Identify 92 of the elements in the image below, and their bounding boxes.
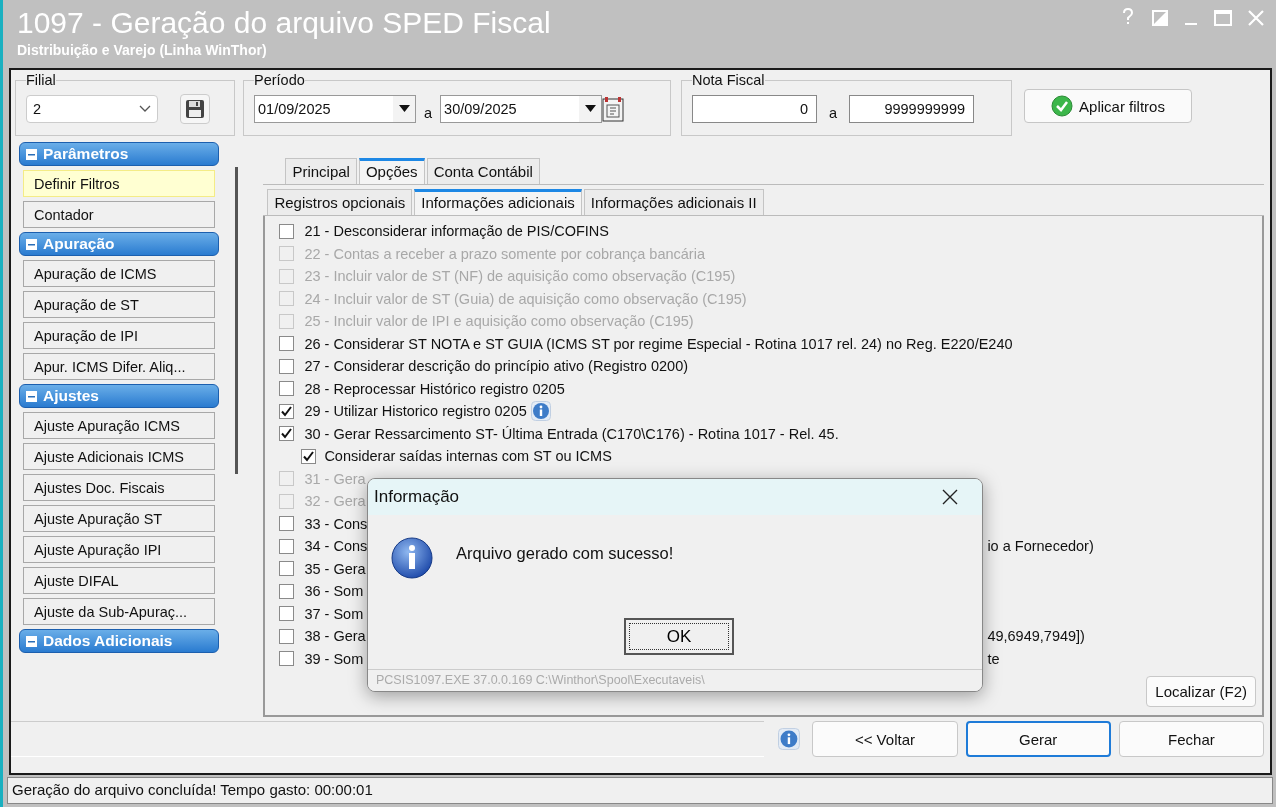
sidebar-item[interactable]: Ajuste Apuração ICMS (23, 412, 215, 439)
start-date-field[interactable]: 01/09/2025 (254, 94, 416, 123)
sidebar-item[interactable]: Ajuste DIFAL (23, 567, 215, 594)
option-label: 28 - Reprocessar Histórico registro 0205 (304, 380, 565, 397)
option-label: 25 - Incluir valor de IPI e aquisição como observação (C195) (304, 313, 694, 330)
tab[interactable]: Informações adicionais II (583, 189, 764, 215)
dialog-footer: PCSIS1097.EXE 37.0.0.169 C:\Winthor\Spool\Executaveis\ (368, 669, 982, 691)
option-label: 49,6949,7949]) (987, 628, 1086, 645)
dropdown-arrow-icon (584, 105, 596, 112)
option-label: 23 - Incluir valor de ST (NF) de aquisição como observação (C195) (304, 268, 736, 285)
option-label: 34 - Cons (304, 538, 368, 555)
option-label: 27 - Considerar descrição do princípio ativo (Registro 0200) (304, 358, 689, 375)
checkbox[interactable] (279, 516, 295, 532)
option-label: 33 - Cons (304, 515, 368, 532)
save-button[interactable] (180, 93, 210, 124)
status-bar: Geração do arquivo concluída! Tempo gasto: 00:00:01 (7, 777, 1273, 804)
checkbox[interactable] (279, 358, 295, 374)
option-label: io a Fornecedor) (987, 538, 1095, 555)
window-subtitle: Distribuição e Varejo (Linha WinThor) (17, 41, 267, 59)
option-label: 31 - Gera (304, 470, 366, 487)
info-icon[interactable] (530, 401, 551, 422)
range-separator: a (424, 103, 433, 121)
checkbox[interactable] (301, 448, 317, 464)
help-icon[interactable] (1120, 8, 1136, 26)
option-label: 22 - Contas a receber a prazo somente por cobrança bancária (304, 245, 705, 262)
scrollbar[interactable] (234, 167, 238, 474)
restore-icon[interactable] (1152, 10, 1168, 26)
tab[interactable]: Opções (358, 158, 425, 184)
checkbox[interactable] (279, 561, 295, 577)
checkbox[interactable] (279, 606, 295, 622)
option-label: 30 - Gerar Ressarcimento ST- Última Entrada (C170\C176) - Rotina 1017 - Rel. 45. (304, 425, 839, 442)
dropdown-arrow-icon (398, 105, 410, 112)
dialog-title: Informação (374, 487, 460, 507)
action-button[interactable]: Gerar (965, 721, 1111, 757)
sidebar-item[interactable]: Ajuste da Sub-Apuraç... (23, 598, 215, 625)
option-label: 29 - Utilizar Historico registro 0205 (304, 403, 527, 420)
info-icon (390, 536, 434, 580)
checkbox[interactable] (279, 336, 295, 352)
action-button[interactable]: << Voltar (812, 721, 958, 757)
group-label: Nota Fiscal (692, 72, 765, 88)
option-label: 37 - Som (304, 605, 364, 622)
option-label: 24 - Incluir valor de ST (Guia) de aquisição como observação (C195) (304, 290, 747, 307)
option-label: te (987, 650, 1001, 667)
option-label: 26 - Considerar ST NOTA e ST GUIA (ICMS ST por regime Especial - Rotina 1017 rel. 24) no Reg. E220/E240 (304, 335, 1013, 352)
checkbox[interactable] (279, 651, 295, 667)
checkmark-icon (1051, 95, 1074, 117)
option-label: Considerar saídas internas com ST ou ICMS (324, 448, 612, 465)
checkbox[interactable] (279, 223, 295, 239)
checkbox[interactable] (279, 426, 295, 442)
close-icon[interactable] (942, 489, 958, 505)
chevron-down-icon (139, 104, 151, 113)
group-label: Período (254, 72, 305, 88)
option-label: 21 - Desconsiderar informação de PIS/COFINS (304, 223, 609, 240)
checkbox[interactable] (279, 403, 295, 419)
end-number-field[interactable]: 9999999999 (849, 94, 975, 123)
checkbox[interactable] (279, 583, 295, 599)
window-title: 1097 - Geração do arquivo SPED Fiscal (17, 5, 551, 41)
end-date-field[interactable]: 30/09/2025 (440, 94, 603, 123)
sidebar-item[interactable]: Apuração de IPI (23, 322, 215, 349)
option-label: 36 - Som (304, 583, 364, 600)
option-label: 32 - Gera (304, 493, 366, 510)
tab[interactable]: Informações adicionais (414, 189, 582, 215)
apply-filters-button[interactable]: Aplicar filtros (1024, 89, 1192, 123)
sidebar-item[interactable]: Ajustes Doc. Fiscais (23, 474, 215, 501)
sidebar-item[interactable]: Ajuste Apuração ST (23, 505, 215, 532)
tab[interactable]: Principal (285, 158, 357, 184)
ok-button[interactable]: OK (624, 618, 734, 655)
find-button[interactable]: Localizar (F2) (1146, 676, 1256, 707)
option-label: 39 - Som (304, 650, 364, 667)
sidebar-item[interactable]: Apuração de ICMS (23, 260, 215, 287)
checkbox[interactable] (279, 381, 295, 397)
group-label: Filial (26, 72, 56, 88)
maximize-icon[interactable] (1214, 10, 1232, 26)
range-separator: a (829, 103, 838, 121)
option-label: 35 - Gera (304, 560, 366, 577)
option-label: 38 - Gera (304, 628, 366, 645)
tab[interactable]: Conta Contábil (426, 158, 540, 184)
sidebar-item[interactable]: Definir Filtros (23, 170, 215, 197)
action-button[interactable]: Fechar (1118, 721, 1264, 757)
info-icon[interactable] (778, 728, 801, 750)
tab[interactable]: Registros opcionais (267, 189, 413, 215)
start-number-field[interactable]: 0 (692, 94, 817, 123)
calendar-icon[interactable] (602, 95, 625, 122)
sidebar-item[interactable]: Ajuste Adicionais ICMS (23, 443, 215, 470)
sidebar-item[interactable]: Contador (23, 201, 215, 228)
sidebar-item[interactable]: Apur. ICMS Difer. Aliq... (23, 353, 215, 380)
checkbox[interactable] (279, 628, 295, 644)
branch-dropdown[interactable]: 2 (26, 94, 158, 123)
checkbox[interactable] (279, 538, 295, 554)
sidebar-item[interactable]: Ajuste Apuração IPI (23, 536, 215, 563)
dialog-message: Arquivo gerado com sucesso! (456, 543, 674, 563)
sidebar-item[interactable]: Apuração de ST (23, 291, 215, 318)
